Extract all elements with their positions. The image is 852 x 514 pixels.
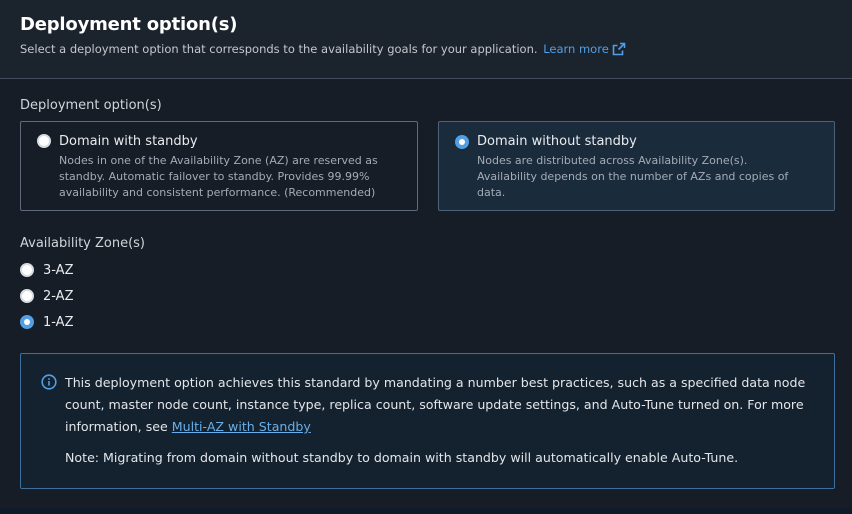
az-option-2[interactable]: 2-AZ xyxy=(20,288,73,304)
learn-more-link[interactable]: Learn more xyxy=(543,42,609,56)
radio-domain-without-standby[interactable] xyxy=(455,135,469,149)
az-option-label: 3-AZ xyxy=(43,262,74,278)
panel-description-text: Select a deployment option that correspo… xyxy=(20,42,538,56)
tile-title: Domain without standby xyxy=(477,134,637,149)
az-option-label: 2-AZ xyxy=(43,288,74,304)
info-text: This deployment option achieves this sta… xyxy=(65,372,817,438)
panel-header: Deployment option(s) Select a deployment… xyxy=(0,0,852,79)
deployment-options-panel: Deployment option(s) Select a deployment… xyxy=(0,0,852,508)
az-option-label: 1-AZ xyxy=(43,314,74,330)
tile-title: Domain with standby xyxy=(59,134,198,149)
radio-1-az[interactable] xyxy=(20,315,34,329)
radio-domain-with-standby[interactable] xyxy=(37,134,51,148)
radio-2-az[interactable] xyxy=(20,289,34,303)
multi-az-standby-link[interactable]: Multi-AZ with Standby xyxy=(172,419,311,434)
deployment-options-label: Deployment option(s) xyxy=(20,98,162,113)
panel-description: Select a deployment option that correspo… xyxy=(20,42,626,59)
az-option-1[interactable]: 1-AZ xyxy=(20,314,73,330)
tile-domain-with-standby[interactable]: Domain with standby Nodes in one of the … xyxy=(20,121,418,211)
radio-3-az[interactable] xyxy=(20,263,34,277)
tile-domain-without-standby[interactable]: Domain without standby Nodes are distrib… xyxy=(438,121,835,211)
availability-zones-label: Availability Zone(s) xyxy=(20,236,146,251)
tile-description: Nodes in one of the Availability Zone (A… xyxy=(59,154,378,199)
info-alert: This deployment option achieves this sta… xyxy=(20,353,835,489)
panel-title: Deployment option(s) xyxy=(20,14,238,35)
info-icon xyxy=(41,374,57,394)
tile-description: Nodes are distributed across Availabilit… xyxy=(477,154,789,199)
external-link-icon[interactable] xyxy=(612,42,626,59)
az-option-3[interactable]: 3-AZ xyxy=(20,262,73,278)
info-note: Note: Migrating from domain without stan… xyxy=(65,450,739,465)
